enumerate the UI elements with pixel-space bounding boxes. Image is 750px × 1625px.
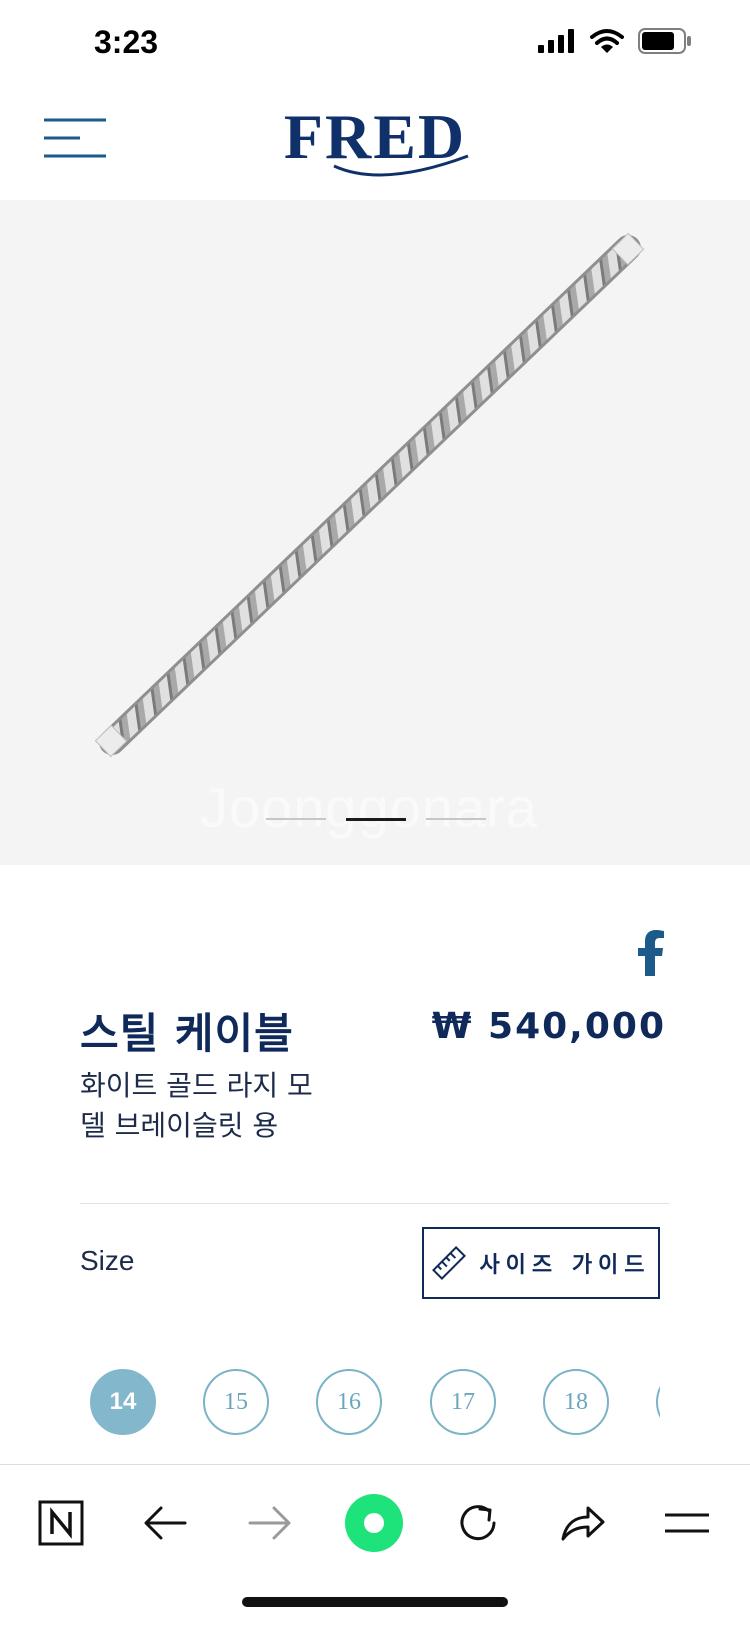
forward-icon xyxy=(248,1506,291,1540)
product-title: 스틸 케이블 xyxy=(80,1009,294,1058)
status-bar: 3:23 xyxy=(0,0,750,88)
site-header: FRED xyxy=(0,88,750,200)
product-price: ₩ 540,000 xyxy=(431,1006,666,1047)
battery-icon xyxy=(638,28,691,54)
status-icons xyxy=(538,28,692,54)
carousel-dot[interactable] xyxy=(426,818,486,820)
green-dot-icon xyxy=(345,1494,403,1552)
share-icon xyxy=(561,1506,605,1541)
carousel-indicators xyxy=(266,818,486,821)
size-option-16[interactable]: 16 xyxy=(316,1369,382,1435)
hamburger-menu-icon[interactable] xyxy=(44,118,106,158)
steel-cable-image xyxy=(94,232,645,758)
signal-icon xyxy=(538,29,574,53)
refresh-icon xyxy=(460,1505,496,1541)
ruler-icon xyxy=(432,1246,467,1280)
status-time: 3:23 xyxy=(94,24,159,60)
carousel-dot-active[interactable] xyxy=(346,818,406,821)
logo-text: FRED xyxy=(284,101,466,172)
back-button[interactable] xyxy=(135,1493,195,1553)
forward-button[interactable] xyxy=(240,1493,300,1553)
carousel-dot[interactable] xyxy=(266,818,326,820)
fred-logo[interactable]: FRED xyxy=(272,96,478,186)
divider xyxy=(80,1203,670,1204)
watermark-text: Joonggonara xyxy=(200,776,538,839)
green-action-button[interactable] xyxy=(344,1493,404,1553)
naver-button[interactable] xyxy=(31,1493,91,1553)
back-icon xyxy=(144,1506,187,1540)
wifi-icon xyxy=(590,29,624,53)
share-button[interactable] xyxy=(553,1493,613,1553)
size-options: 14 15 16 17 18 xyxy=(90,1369,660,1439)
size-option-14[interactable]: 14 xyxy=(90,1369,156,1435)
size-option-partial[interactable] xyxy=(656,1369,660,1435)
size-guide-button[interactable]: 사이즈 가이드 xyxy=(422,1227,660,1299)
size-option-15[interactable]: 15 xyxy=(203,1369,269,1435)
size-label: Size xyxy=(80,1245,135,1276)
refresh-button[interactable] xyxy=(448,1493,508,1553)
size-option-17[interactable]: 17 xyxy=(430,1369,496,1435)
size-option-18[interactable]: 18 xyxy=(543,1369,609,1435)
size-guide-label: 사이즈 가이드 xyxy=(479,1253,651,1278)
home-indicator[interactable] xyxy=(242,1597,508,1607)
browser-menu-button[interactable] xyxy=(657,1493,717,1553)
facebook-icon[interactable] xyxy=(636,930,666,976)
product-subtitle: 화이트 골드 라지 모델 브레이슬릿 용 xyxy=(80,1069,313,1142)
menu-icon xyxy=(665,1513,709,1533)
naver-icon xyxy=(38,1500,84,1546)
product-image-carousel[interactable]: Joonggonara xyxy=(0,200,750,865)
